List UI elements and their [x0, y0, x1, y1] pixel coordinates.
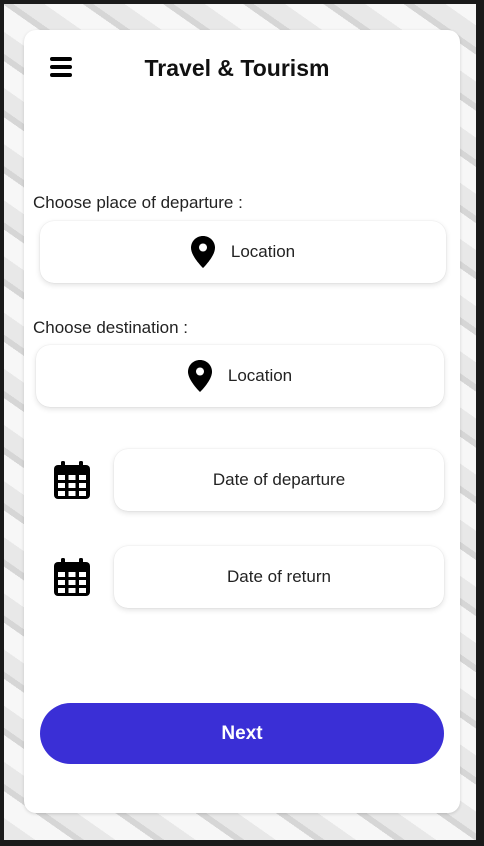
- return-date-placeholder: Date of return: [227, 567, 331, 586]
- main-card: [24, 30, 460, 813]
- departure-location-value: Location: [230, 242, 296, 261]
- menu-icon[interactable]: [50, 57, 72, 79]
- departure-location-field[interactable]: Location: [40, 221, 446, 283]
- return-date-field[interactable]: Date of return: [114, 546, 444, 608]
- departure-date-field[interactable]: Date of departure: [114, 449, 444, 511]
- page-title: Travel & Tourism: [144, 55, 330, 81]
- destination-label: Choose destination :: [33, 318, 188, 337]
- next-button[interactable]: Next: [40, 703, 444, 764]
- map-pin-icon: [190, 236, 215, 268]
- departure-label: Choose place of departure :: [33, 193, 243, 212]
- departure-date-placeholder: Date of departure: [212, 470, 346, 489]
- map-pin-icon: [187, 360, 212, 392]
- calendar-icon[interactable]: [54, 461, 90, 499]
- calendar-icon[interactable]: [54, 558, 90, 596]
- destination-location-value: Location: [227, 366, 293, 385]
- destination-location-field[interactable]: Location: [36, 345, 444, 407]
